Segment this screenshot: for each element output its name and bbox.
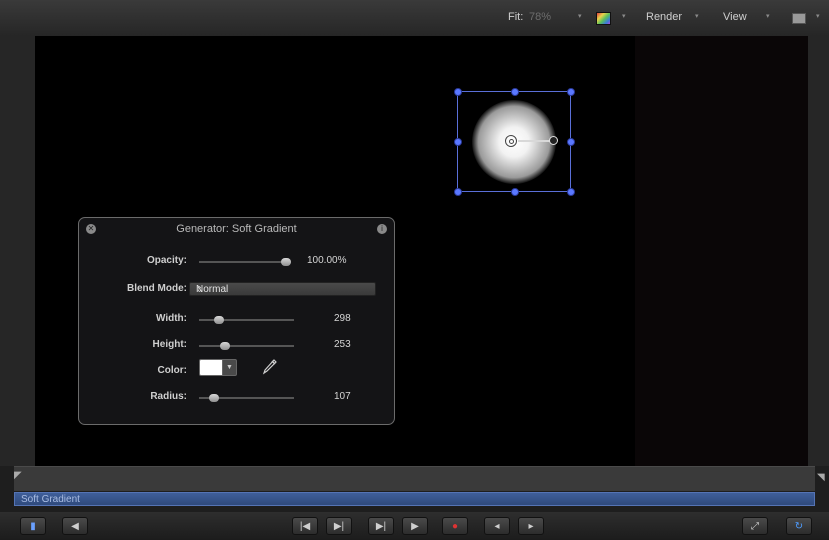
height-value[interactable]: 253 bbox=[334, 339, 351, 350]
fit-dropdown-icon[interactable]: ▾ bbox=[578, 12, 582, 20]
popup-arrows-icon: ⇕ bbox=[196, 285, 203, 294]
layout-dropdown-icon[interactable]: ▾ bbox=[816, 12, 820, 20]
timeline-clip[interactable]: Soft Gradient bbox=[14, 492, 815, 506]
play-range-end-icon[interactable]: ◥ bbox=[817, 472, 825, 483]
timeline-ruler[interactable] bbox=[14, 466, 815, 491]
step-forward-icon[interactable]: ▶| bbox=[368, 517, 394, 535]
render-menu[interactable]: Render bbox=[646, 11, 682, 23]
transform-handle-top-left[interactable] bbox=[454, 88, 462, 96]
color-channels-dropdown-icon[interactable]: ▾ bbox=[622, 12, 626, 20]
blend-mode-popup[interactable]: Normal ⇕ bbox=[189, 282, 376, 296]
transform-handle-bottom-right[interactable] bbox=[567, 188, 575, 196]
color-label: Color: bbox=[157, 365, 187, 376]
radius-control-knob[interactable] bbox=[549, 136, 558, 145]
width-value[interactable]: 298 bbox=[334, 313, 351, 324]
transform-handle-right[interactable] bbox=[567, 138, 575, 146]
opacity-slider-thumb[interactable] bbox=[281, 258, 291, 266]
viewer-right-margin bbox=[808, 36, 829, 466]
opacity-slider-track[interactable] bbox=[199, 261, 291, 263]
next-keyframe-icon[interactable]: ▸ bbox=[518, 517, 544, 535]
color-channels-icon[interactable] bbox=[596, 12, 611, 25]
eyedropper-icon[interactable] bbox=[261, 358, 277, 376]
mini-timeline: ◤ ◥ Soft Gradient bbox=[0, 466, 829, 512]
height-label: Height: bbox=[152, 339, 187, 350]
play-range-start-icon[interactable]: ◤ bbox=[14, 470, 22, 481]
play-icon[interactable]: ▶ bbox=[402, 517, 428, 535]
blend-mode-label: Blend Mode: bbox=[127, 283, 187, 294]
radius-value[interactable]: 107 bbox=[334, 391, 351, 402]
chevron-down-icon[interactable]: ▼ bbox=[222, 359, 237, 376]
hud-title: Generator: Soft Gradient bbox=[176, 223, 297, 235]
radius-label: Radius: bbox=[150, 391, 187, 402]
canvas-region bbox=[635, 36, 808, 466]
width-slider-thumb[interactable] bbox=[214, 316, 225, 324]
fit-zoom-value[interactable]: 78% bbox=[529, 11, 551, 23]
anchor-point-icon[interactable] bbox=[505, 135, 517, 147]
record-icon[interactable]: ● bbox=[442, 517, 468, 535]
audio-icon[interactable]: ◀ bbox=[62, 517, 88, 535]
info-icon[interactable]: i bbox=[377, 224, 387, 234]
render-dropdown-icon[interactable]: ▾ bbox=[695, 12, 699, 20]
go-to-start-icon[interactable]: |◀ bbox=[292, 517, 318, 535]
transform-handle-left[interactable] bbox=[454, 138, 462, 146]
radius-slider-thumb[interactable] bbox=[209, 394, 220, 402]
transform-handle-top-right[interactable] bbox=[567, 88, 575, 96]
loop-icon[interactable]: ↻ bbox=[786, 517, 812, 535]
radius-control-line bbox=[518, 140, 552, 142]
opacity-label: Opacity: bbox=[146, 255, 187, 266]
height-slider-thumb[interactable] bbox=[220, 342, 231, 350]
color-well[interactable] bbox=[199, 359, 223, 376]
view-dropdown-icon[interactable]: ▾ bbox=[766, 12, 770, 20]
opacity-value[interactable]: 100.00% bbox=[307, 255, 346, 266]
generator-hud: ✕ Generator: Soft Gradient i Opacity: 10… bbox=[78, 217, 395, 425]
play-range-icon[interactable]: ▮ bbox=[20, 517, 46, 535]
view-layout-icon[interactable] bbox=[792, 13, 806, 24]
fullscreen-icon[interactable]: ⤢ bbox=[742, 517, 768, 535]
transform-handle-bottom-left[interactable] bbox=[454, 188, 462, 196]
transport-controls: ▮ ◀ |◀ ▶| ▶| ▶ ● ◂ ▸ ⤢ ↻ bbox=[0, 512, 829, 540]
width-label: Width: bbox=[155, 313, 187, 324]
transform-handle-top[interactable] bbox=[511, 88, 519, 96]
step-back-icon[interactable]: ▶| bbox=[326, 517, 352, 535]
height-slider-track[interactable] bbox=[199, 345, 294, 347]
prev-keyframe-icon[interactable]: ◂ bbox=[484, 517, 510, 535]
clip-name: Soft Gradient bbox=[21, 494, 80, 505]
view-menu[interactable]: View bbox=[723, 11, 747, 23]
width-slider-track[interactable] bbox=[199, 319, 294, 321]
transform-handle-bottom[interactable] bbox=[511, 188, 519, 196]
fit-label: Fit: bbox=[508, 11, 524, 23]
viewer-toolbar: Fit: 78% ▾ ▾ Render ▾ View ▾ ▾ bbox=[0, 0, 829, 36]
viewer-left-margin bbox=[0, 36, 35, 466]
